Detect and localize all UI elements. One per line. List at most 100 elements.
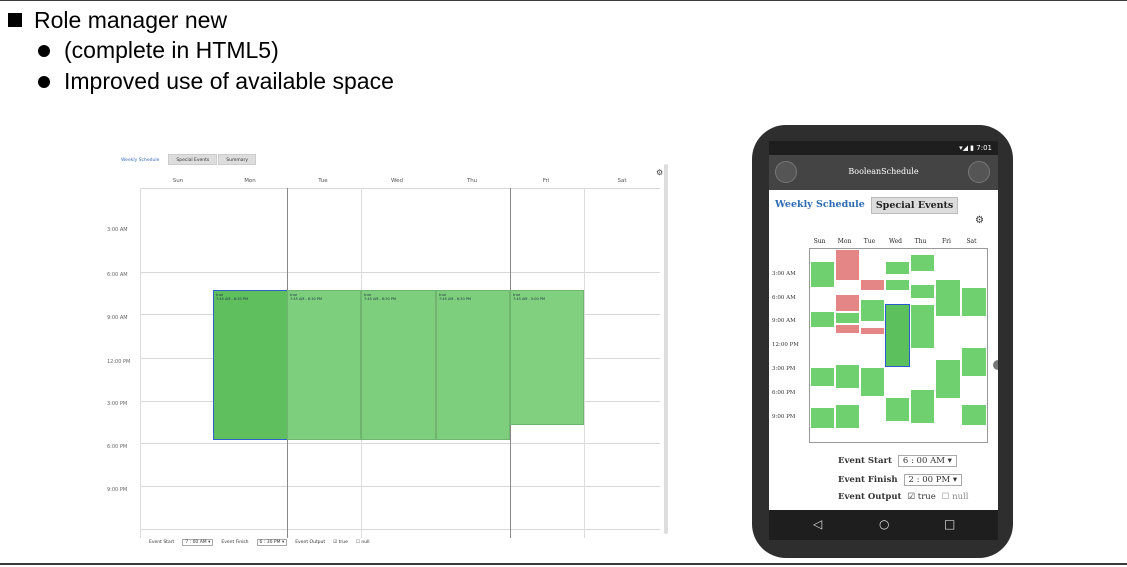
back-icon[interactable]: ◁ — [813, 517, 822, 531]
schedule-event[interactable] — [885, 279, 910, 291]
schedule-event[interactable]: true 7:45 AM - 5:00 PM — [510, 290, 584, 425]
schedule-event[interactable] — [860, 299, 885, 322]
top-rule — [0, 0, 1127, 1]
time-label: 6:00 PM — [772, 390, 796, 396]
schedule-event[interactable] — [885, 261, 910, 275]
tab-special-events[interactable]: Special Events — [168, 154, 218, 165]
event-output-label: Event Output — [838, 492, 902, 502]
schedule-event[interactable] — [810, 261, 835, 288]
event-finish-row: Event Finish 2 : 00 PM ▾ — [838, 474, 963, 486]
schedule-event[interactable]: true 7:45 AM - 6:30 PM — [436, 290, 510, 440]
event-start-select[interactable]: 6 : 00 AM ▾ — [897, 455, 957, 467]
time-label: 9:00 PM — [772, 414, 796, 420]
schedule-event[interactable] — [835, 364, 860, 389]
schedule-event[interactable] — [935, 279, 961, 317]
time-label: 6:00 PM — [107, 444, 128, 450]
time-label: 3:00 AM — [107, 227, 128, 233]
nav-bar: ◁ ○ □ — [769, 510, 998, 540]
bullet-level1: Role manager new — [6, 5, 394, 35]
phone-screen: ▾◢ ▮ 7:01 BooleanSchedule Weekly Schedul… — [769, 141, 998, 540]
phone-calendar-grid[interactable] — [809, 248, 988, 443]
recents-icon[interactable]: □ — [944, 517, 955, 531]
event-output-label: Event Output — [295, 540, 326, 545]
gear-icon[interactable]: ⚙ — [975, 215, 984, 226]
bullet-level2: Improved use of available space — [38, 66, 394, 97]
schedule-event[interactable] — [835, 249, 860, 281]
output-null-checkbox[interactable]: ☐ null — [942, 492, 969, 502]
day-header: Sat — [617, 178, 627, 184]
day-header: Fri — [942, 238, 951, 245]
desktop-event-form: Event Start 7 : 00 AM ▾ Event Finish 6 :… — [149, 539, 370, 546]
output-null-checkbox[interactable]: ☐ null — [356, 540, 370, 545]
schedule-event[interactable] — [910, 304, 935, 349]
schedule-event[interactable] — [961, 287, 987, 317]
app-bar: BooleanSchedule — [769, 155, 998, 190]
slide-bullets: Role manager new (complete in HTML5) Imp… — [6, 5, 394, 97]
gear-icon[interactable]: ⚙ — [656, 168, 663, 177]
event-finish-select[interactable]: 6 : 30 PM ▾ — [256, 539, 288, 546]
action-button[interactable] — [968, 161, 990, 183]
scroll-handle[interactable] — [993, 360, 998, 370]
tab-summary[interactable]: Summary — [218, 154, 256, 165]
schedule-event[interactable] — [910, 389, 935, 424]
time-label: 3:00 PM — [107, 401, 128, 407]
square-bullet-icon — [8, 13, 22, 27]
tab-weekly-schedule[interactable]: Weekly Schedule — [771, 197, 869, 214]
day-header: Wed — [391, 178, 403, 184]
schedule-event[interactable] — [810, 367, 835, 387]
schedule-event[interactable]: true 7:45 AM - 6:30 PM — [287, 290, 361, 440]
schedule-event[interactable] — [961, 404, 987, 426]
day-header: Tue — [863, 238, 876, 245]
schedule-event[interactable] — [810, 407, 835, 429]
tab-weekly-schedule[interactable]: Weekly Schedule — [113, 154, 168, 165]
schedule-event[interactable] — [835, 294, 860, 312]
phone-frame: ▾◢ ▮ 7:01 BooleanSchedule Weekly Schedul… — [752, 125, 1013, 558]
schedule-event[interactable]: true 7:45 AM - 6:30 PM — [213, 290, 288, 440]
schedule-event[interactable] — [835, 312, 860, 324]
schedule-event[interactable] — [860, 279, 885, 291]
desktop-schedule-screenshot: Weekly Schedule Special Events Summary ⚙… — [103, 150, 683, 550]
event-start-label: Event Start — [838, 456, 892, 466]
schedule-event[interactable]: true 7:45 AM - 6:30 PM — [361, 290, 436, 440]
status-bar: ▾◢ ▮ 7:01 — [769, 141, 998, 155]
schedule-event[interactable] — [910, 284, 935, 299]
output-true-checkbox[interactable]: ☑ true — [907, 492, 935, 502]
slide-title: Role manager new — [34, 6, 228, 33]
event-finish-select[interactable]: 2 : 00 PM ▾ — [903, 474, 963, 486]
time-label: 9:00 AM — [772, 318, 796, 324]
time-label: 3:00 PM — [772, 366, 796, 372]
time-label: 9:00 PM — [107, 487, 128, 493]
day-header: Tue — [318, 178, 328, 184]
day-header: Sat — [966, 238, 977, 245]
schedule-event[interactable] — [810, 311, 835, 328]
home-icon[interactable]: ○ — [879, 517, 889, 531]
schedule-event[interactable] — [961, 347, 987, 377]
day-header: Sun — [172, 178, 184, 184]
bullet-level2: (complete in HTML5) — [38, 35, 394, 66]
app-title: BooleanSchedule — [848, 167, 919, 176]
event-start-label: Event Start — [149, 540, 175, 545]
tab-special-events[interactable]: Special Events — [870, 197, 959, 214]
event-finish-label: Event Finish — [221, 540, 249, 545]
desktop-tabs: Weekly Schedule Special Events Summary — [113, 154, 257, 165]
time-label: 12:00 PM — [107, 359, 131, 365]
schedule-event[interactable] — [935, 359, 961, 399]
phone-tabs: Weekly Schedule Special Events — [771, 197, 960, 214]
schedule-event[interactable] — [910, 254, 935, 272]
scrollbar[interactable] — [664, 164, 668, 534]
schedule-event[interactable] — [885, 397, 910, 422]
day-header: Fri — [542, 178, 550, 184]
schedule-event[interactable] — [835, 324, 860, 334]
output-true-checkbox[interactable]: ☑ true — [333, 540, 348, 545]
schedule-event[interactable] — [860, 367, 885, 397]
desktop-calendar-grid[interactable]: true 7:45 AM - 6:30 PM true 7:45 AM - 6:30… — [140, 188, 660, 538]
event-output-row: Event Output ☑ true ☐ null — [838, 492, 968, 502]
round-bullet-icon — [38, 44, 50, 57]
round-bullet-icon — [38, 75, 50, 88]
schedule-event[interactable] — [835, 404, 860, 429]
day-header: Mon — [837, 238, 852, 245]
schedule-event[interactable] — [860, 327, 885, 335]
bullet-text: Improved use of available space — [64, 68, 394, 94]
schedule-event-selected[interactable] — [885, 304, 910, 367]
event-start-select[interactable]: 7 : 00 AM ▾ — [182, 539, 214, 546]
